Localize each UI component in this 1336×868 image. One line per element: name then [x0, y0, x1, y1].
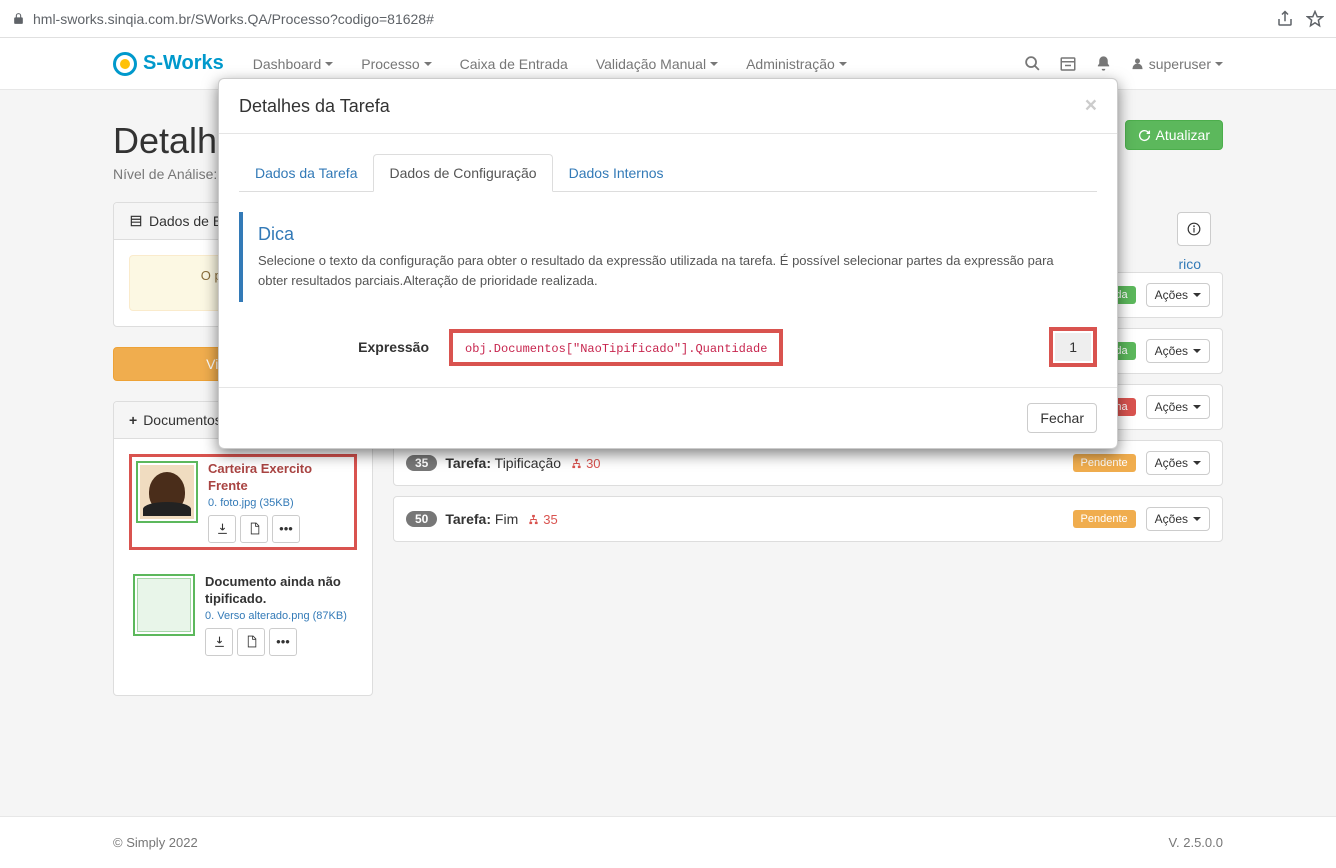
task-label: Tarefa: Tipificação: [445, 455, 561, 471]
actions-button[interactable]: Ações: [1146, 507, 1210, 531]
bell-icon[interactable]: [1095, 55, 1112, 72]
expression-highlight-box: obj.Documentos["NaoTipificado"].Quantida…: [449, 329, 783, 366]
refresh-button[interactable]: Atualizar: [1125, 120, 1223, 150]
brand[interactable]: S-Works: [113, 52, 224, 76]
document-title: Carteira Exercito Frente: [208, 461, 350, 495]
actions-button[interactable]: Ações: [1146, 395, 1210, 419]
list-icon: [129, 214, 143, 228]
historico-link[interactable]: rico: [1178, 256, 1201, 272]
actions-button[interactable]: Ações: [1146, 283, 1210, 307]
plus-icon: +: [129, 412, 137, 428]
url-text: hml-sworks.sinqia.com.br/SWorks.QA/Proce…: [33, 11, 1268, 27]
document-thumbnail: [136, 461, 198, 523]
task-ref: 35: [543, 512, 557, 527]
download-icon[interactable]: [208, 515, 236, 543]
document-title: Documento ainda não tipificado.: [205, 574, 353, 608]
expression-label: Expressão: [239, 339, 429, 355]
share-icon[interactable]: [1276, 10, 1294, 28]
modal-title: Detalhes da Tarefa: [239, 96, 390, 117]
pdf-icon[interactable]: [240, 515, 268, 543]
status-badge: Pendente: [1073, 454, 1136, 472]
expression-result: 1: [1055, 333, 1091, 361]
user-menu[interactable]: superuser: [1130, 56, 1223, 72]
document-meta: 0. foto.jpg (35KB): [208, 497, 350, 509]
tab-dados-tarefa[interactable]: Dados da Tarefa: [239, 154, 373, 192]
brand-logo-icon: [113, 52, 137, 76]
version: V. 2.5.0.0: [1169, 835, 1223, 850]
close-button[interactable]: Fechar: [1027, 403, 1097, 433]
more-icon[interactable]: •••: [272, 515, 300, 543]
more-icon[interactable]: •••: [269, 628, 297, 656]
brand-text: S-Works: [143, 52, 224, 75]
close-icon[interactable]: ×: [1085, 94, 1097, 118]
task-ref: 30: [586, 456, 600, 471]
actions-button[interactable]: Ações: [1146, 451, 1210, 475]
document-item[interactable]: Documento ainda não tipificado. 0. Verso…: [129, 570, 357, 660]
task-details-modal: Detalhes da Tarefa × Dados da Tarefa Dad…: [218, 78, 1118, 449]
inbox-icon[interactable]: [1059, 55, 1077, 73]
footer: © Simply 2022 V. 2.5.0.0: [0, 816, 1336, 868]
document-thumbnail: [133, 574, 195, 636]
pdf-icon[interactable]: [237, 628, 265, 656]
result-highlight-box: 1: [1049, 327, 1097, 367]
tab-dados-internos[interactable]: Dados Internos: [553, 154, 680, 192]
tree-icon: [528, 514, 539, 525]
status-badge: Pendente: [1073, 510, 1136, 528]
info-button[interactable]: [1177, 212, 1211, 246]
tree-icon: [571, 458, 582, 469]
download-icon[interactable]: [205, 628, 233, 656]
copyright: © Simply 2022: [113, 835, 198, 850]
lock-icon: [12, 12, 25, 25]
tip-title: Dica: [258, 224, 1082, 245]
document-meta: 0. Verso alterado.png (87KB): [205, 610, 353, 622]
expression-code[interactable]: obj.Documentos["NaoTipificado"].Quantida…: [465, 342, 767, 356]
search-icon[interactable]: [1024, 55, 1041, 72]
task-label: Tarefa: Fim: [445, 511, 518, 527]
tip-text: Selecione o texto da configuração para o…: [258, 251, 1082, 290]
task-row: 50 Tarefa: Fim 35 Pendente Ações: [393, 496, 1223, 542]
task-number: 50: [406, 511, 437, 527]
actions-button[interactable]: Ações: [1146, 339, 1210, 363]
browser-address-bar: hml-sworks.sinqia.com.br/SWorks.QA/Proce…: [0, 0, 1336, 38]
star-icon[interactable]: [1306, 10, 1324, 28]
tip-box: Dica Selecione o texto da configuração p…: [239, 212, 1097, 302]
modal-tabs: Dados da Tarefa Dados de Configuração Da…: [239, 154, 1097, 192]
tab-dados-config[interactable]: Dados de Configuração: [373, 154, 552, 192]
panel-title: Documentos: [143, 412, 222, 428]
task-number: 35: [406, 455, 437, 471]
document-item[interactable]: Carteira Exercito Frente 0. foto.jpg (35…: [129, 454, 357, 550]
